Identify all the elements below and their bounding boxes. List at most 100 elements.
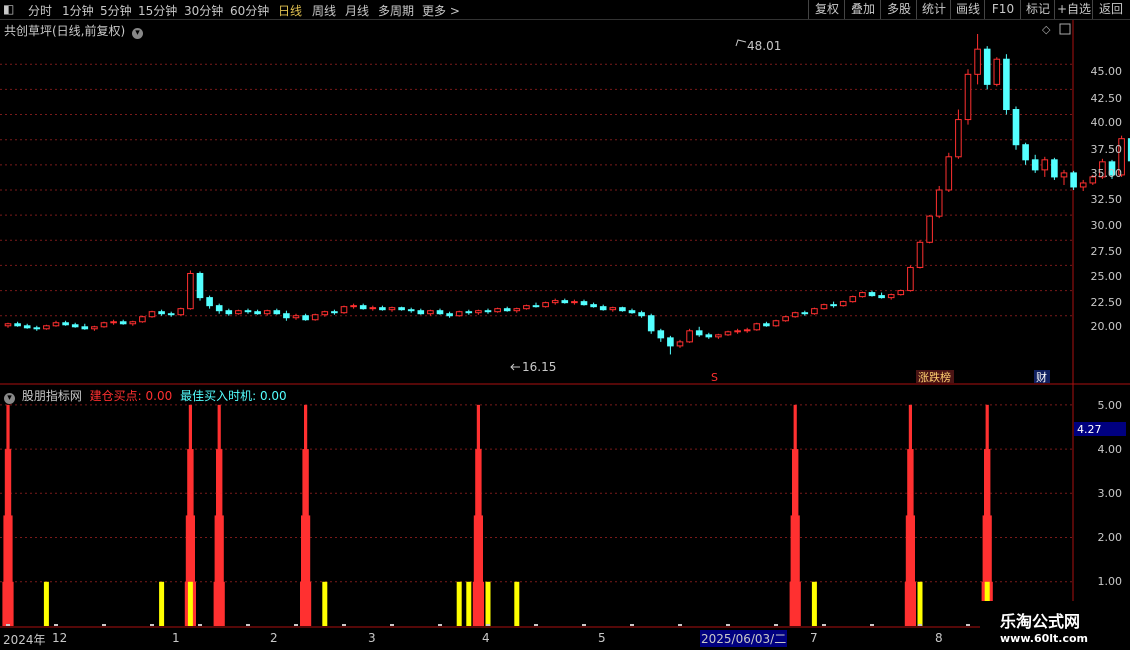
red-spike <box>6 404 10 626</box>
period-tab-5min[interactable]: 5分钟 <box>100 2 132 19</box>
candle-body <box>993 58 1001 85</box>
max-label: 48.01 <box>747 39 781 53</box>
candle-body <box>484 310 492 313</box>
candle-body <box>235 310 242 315</box>
stock-title-text: 共创草坪(日线,前复权) <box>4 24 126 38</box>
zdb-marker[interactable]: 涨跌榜 <box>918 370 951 384</box>
duogu-button[interactable]: 多股 <box>880 0 917 19</box>
candle-body <box>187 272 194 310</box>
candle-body <box>177 308 185 316</box>
period-tab-daily[interactable]: 日线 <box>278 2 302 19</box>
candle-body <box>695 330 703 336</box>
candle-body <box>273 310 281 315</box>
candle-body <box>791 312 799 318</box>
candle-body <box>81 326 89 330</box>
indicator-name[interactable]: 股朋指标网 <box>22 389 82 403</box>
window-icon[interactable] <box>1059 23 1071 35</box>
diamond-icon[interactable]: ◇ <box>1042 23 1051 36</box>
y-tick: 32.50 <box>1090 193 1123 206</box>
huaxian-button[interactable]: 画线 <box>950 0 985 19</box>
yellow-bar <box>514 581 520 626</box>
s-marker[interactable]: S <box>711 371 718 384</box>
baseline-tick <box>294 624 298 626</box>
time-label: 3 <box>368 631 376 645</box>
ind-y-tick: 3.00 <box>1097 487 1123 500</box>
baseline-tick <box>486 624 490 626</box>
back-icon[interactable]: ◧ <box>3 2 14 16</box>
candle-body <box>158 311 165 315</box>
candle-body <box>340 306 348 314</box>
y-tick: 42.50 <box>1090 92 1123 105</box>
candle-body <box>302 315 309 321</box>
y-tick: 20.00 <box>1090 320 1123 333</box>
candle-body <box>311 314 319 321</box>
f10-button[interactable]: F10 <box>984 0 1021 19</box>
candle-body <box>23 325 31 329</box>
candle-body <box>1022 144 1029 161</box>
time-label: 5 <box>598 631 606 645</box>
period-tab-multi[interactable]: 多周期 <box>378 2 414 19</box>
baseline-tick <box>54 624 58 626</box>
time-label: 12 <box>52 631 68 645</box>
yellow-bar <box>485 581 491 626</box>
max-annotation: 48.01 <box>735 39 781 53</box>
candle-body <box>503 308 511 312</box>
red-spike <box>476 404 480 626</box>
back-button[interactable]: 返回 <box>1092 0 1129 19</box>
watermark-line2: www.60lt.com <box>1000 632 1089 645</box>
candle-body <box>388 307 396 311</box>
candle-body <box>724 331 732 336</box>
yellow-bar <box>466 581 472 626</box>
candle-body <box>916 241 924 268</box>
time-label: 7 <box>810 631 818 645</box>
candle-body <box>254 311 261 315</box>
biaoji-button[interactable]: 标记 <box>1020 0 1055 19</box>
period-tab-weekly[interactable]: 周线 <box>312 2 336 19</box>
candle-body <box>974 48 981 75</box>
candle-body <box>955 119 962 158</box>
baseline-tick <box>342 624 346 626</box>
candle-body <box>407 309 415 312</box>
stock-title: 共创草坪(日线,前复权) ▾ <box>4 22 144 39</box>
candle-body <box>1031 159 1039 171</box>
diejia-button[interactable]: 叠加 <box>844 0 881 19</box>
candle-body <box>455 311 463 317</box>
candle-body <box>427 310 434 315</box>
fuquan-button[interactable]: 复权 <box>808 0 845 19</box>
candle-body <box>446 313 453 317</box>
period-tab-monthly[interactable]: 月线 <box>345 2 369 19</box>
yellow-bar <box>159 581 165 626</box>
baseline-tick <box>678 624 682 626</box>
period-tab-60min[interactable]: 60分钟 <box>230 2 269 19</box>
yellow-bar <box>811 581 817 626</box>
chevron-down-icon[interactable]: ▾ <box>4 393 15 404</box>
cai-marker[interactable]: 财 <box>1036 370 1047 384</box>
baseline-tick <box>534 624 538 626</box>
candle-body <box>820 304 828 310</box>
candle-body <box>859 292 866 298</box>
period-tab-1min[interactable]: 1分钟 <box>62 2 94 19</box>
period-tab-15min[interactable]: 15分钟 <box>138 2 177 19</box>
baseline-tick <box>438 624 442 626</box>
candle-body <box>734 330 741 333</box>
candle-body <box>436 310 444 315</box>
chart-canvas[interactable]: 48.01 16.15 S 涨跌榜 财 4.27 ◇ <box>0 20 1130 650</box>
baseline-tick <box>630 624 634 626</box>
tongji-button[interactable]: 统计 <box>916 0 951 19</box>
candle-body <box>897 290 905 296</box>
candle-body <box>263 310 271 315</box>
chevron-down-icon[interactable]: ▾ <box>132 28 144 39</box>
candle-body <box>119 321 127 325</box>
candle-body <box>350 305 357 308</box>
period-tab-fenshi[interactable]: 分时 <box>28 2 52 19</box>
period-tab-30min[interactable]: 30分钟 <box>184 2 223 19</box>
candle-body <box>129 321 137 325</box>
period-tab-more[interactable]: 更多 > <box>422 2 460 19</box>
candle-body <box>1003 58 1010 111</box>
time-label: 8 <box>935 631 943 645</box>
candle-body <box>110 321 117 324</box>
candle-body <box>292 315 300 319</box>
candle-body <box>494 308 501 313</box>
add-watchlist-button[interactable]: +自选 <box>1054 0 1093 19</box>
candle-body <box>743 329 751 332</box>
